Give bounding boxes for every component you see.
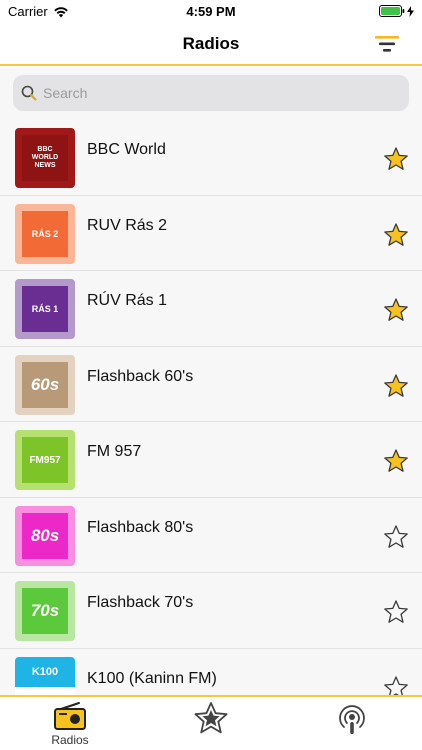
logo-badge: FM957: [22, 437, 68, 483]
battery-icon: [379, 5, 405, 17]
station-row[interactable]: RÁS 2 RUV Rás 2: [0, 196, 422, 271]
logo-text: K100: [31, 665, 59, 678]
station-name: K100 (Kaninn FM): [87, 669, 217, 687]
station-row[interactable]: 70s Flashback 70's: [0, 573, 422, 649]
logo-badge: BBC WORLD NEWS: [22, 135, 68, 181]
station-name: FM 957: [87, 443, 142, 460]
favorite-star-icon[interactable]: [383, 297, 409, 323]
station-name: BBC World: [87, 141, 166, 158]
station-name: RÚV Rás 1: [87, 292, 168, 309]
station-row[interactable]: BBC WORLD NEWS BBC World: [0, 120, 422, 196]
favorite-star-icon[interactable]: [383, 373, 409, 399]
station-logo: 60s: [15, 354, 75, 415]
logo-text: RÁS 1: [31, 304, 59, 314]
favorite-star-icon[interactable]: [383, 222, 409, 248]
favorites-star-icon: [194, 702, 228, 734]
page-title: Radios: [182, 34, 240, 53]
search-bar[interactable]: [13, 75, 409, 111]
search-area: [0, 68, 422, 120]
status-bar: Carrier 4:59 PM: [0, 0, 422, 22]
favorite-star-icon[interactable]: [383, 146, 409, 172]
station-name: RUV Rás 2: [87, 216, 168, 234]
station-logo: 80s: [15, 505, 75, 566]
tab-podcasts[interactable]: [282, 701, 422, 737]
filter-icon[interactable]: [374, 32, 400, 56]
logo-text: 60s: [30, 374, 60, 394]
battery-indicator: [379, 5, 414, 17]
favorite-star-icon[interactable]: [383, 675, 409, 696]
search-input[interactable]: [43, 85, 383, 101]
station-name: Flashback 70's: [87, 594, 194, 611]
station-row[interactable]: FM957 FM 957: [0, 422, 422, 498]
station-row[interactable]: 60s Flashback 60's: [0, 347, 422, 422]
station-logo: FM957: [15, 430, 75, 490]
station-logo: RÁS 1: [15, 279, 75, 339]
search-icon: [21, 85, 37, 101]
station-row[interactable]: 80s Flashback 80's: [0, 498, 422, 573]
station-row[interactable]: RÁS 1 RÚV Rás 1: [0, 271, 422, 347]
station-logo: BBC WORLD NEWS: [15, 128, 75, 188]
tab-bar: Radios: [0, 695, 422, 750]
favorite-star-icon[interactable]: [383, 599, 409, 625]
logo-text: 70s: [30, 601, 60, 620]
podcast-icon: [339, 705, 365, 734]
station-row[interactable]: K100 K100 (Kaninn FM): [0, 649, 422, 696]
station-list[interactable]: BBC WORLD NEWS BBC World RÁS 2 RUV Rás 2…: [0, 120, 422, 695]
status-time: 4:59 PM: [186, 4, 236, 19]
tab-label: Radios: [51, 733, 89, 747]
navigation-bar: Radios: [0, 22, 422, 66]
logo-badge: 70s: [22, 588, 68, 634]
station-logo: 70s: [15, 581, 75, 641]
tab-favorites[interactable]: [141, 701, 281, 735]
favorite-star-icon[interactable]: [383, 524, 409, 550]
radio-icon: [54, 702, 86, 730]
charging-bolt-icon: [407, 5, 414, 17]
logo-badge: K100: [15, 656, 75, 687]
station-logo: K100: [15, 656, 75, 695]
station-name: Flashback 80's: [87, 518, 194, 536]
logo-badge: RÁS 1: [22, 286, 68, 332]
favorite-star-icon[interactable]: [383, 448, 409, 474]
logo-badge: RÁS 2: [22, 210, 68, 257]
station-name: Flashback 60's: [87, 367, 194, 385]
logo-badge: 80s: [22, 512, 68, 559]
logo-text: RÁS 2: [31, 228, 59, 239]
tab-radios[interactable]: Radios: [0, 701, 140, 747]
logo-text: FM957: [29, 454, 61, 466]
logo-badge: 60s: [22, 361, 68, 408]
station-logo: RÁS 2: [15, 203, 75, 264]
logo-text: 80s: [30, 525, 60, 545]
logo-text: BBC WORLD NEWS: [31, 146, 59, 169]
